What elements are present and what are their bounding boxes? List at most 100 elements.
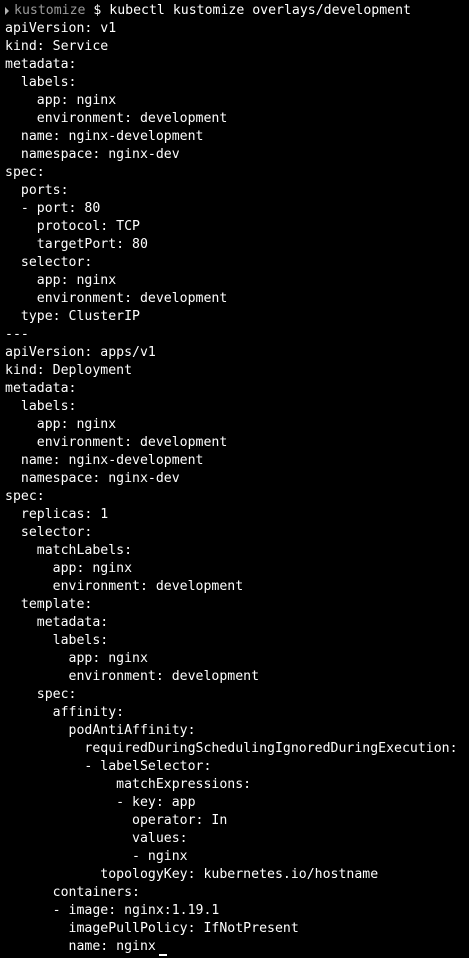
output-line-text: protocol: TCP <box>5 219 140 234</box>
output-line: environment: development <box>5 668 469 686</box>
output-line: - key: app <box>5 794 469 812</box>
output-line: matchExpressions: <box>5 776 469 794</box>
output-line: replicas: 1 <box>5 506 469 524</box>
output-line-text: targetPort: 80 <box>5 237 148 252</box>
output-line-text: spec: <box>5 489 45 504</box>
output-line: apiVersion: v1 <box>5 20 469 38</box>
output-line: app: nginx <box>5 650 469 668</box>
output-line: labels: <box>5 632 469 650</box>
output-line-text: name: nginx-development <box>5 453 204 468</box>
output-line: namespace: nginx-dev <box>5 470 469 488</box>
output-line: app: nginx <box>5 560 469 578</box>
output-line-text: affinity: <box>5 705 125 720</box>
terminal-output: kustomize $ kubectl kustomize overlays/d… <box>5 2 469 956</box>
output-line-text: environment: development <box>5 669 260 684</box>
output-line: type: ClusterIP <box>5 308 469 326</box>
output-line-text: apiVersion: apps/v1 <box>5 345 156 360</box>
output-line: name: nginx-development <box>5 128 469 146</box>
output-line: apiVersion: apps/v1 <box>5 344 469 362</box>
output-line: name: nginx-development <box>5 452 469 470</box>
output-line-text: app: nginx <box>5 417 117 432</box>
output-line-text: labels: <box>5 399 77 414</box>
output-line-text: labels: <box>5 75 77 90</box>
output-line-text: - nginx <box>5 849 188 864</box>
output-line-text: name: nginx-development <box>5 129 204 144</box>
output-line-text: app: nginx <box>5 561 133 576</box>
output-line: affinity: <box>5 704 469 722</box>
output-line-text: metadata: <box>5 615 109 630</box>
output-line: - nginx <box>5 848 469 866</box>
output-line-text: kind: Service <box>5 39 109 54</box>
output-line-text: template: <box>5 597 93 612</box>
output-line: metadata: <box>5 380 469 398</box>
prompt-line: kustomize $ kubectl kustomize overlays/d… <box>5 2 469 20</box>
output-line: ports: <box>5 182 469 200</box>
output-line: template: <box>5 596 469 614</box>
output-line: - image: nginx:1.19.1 <box>5 902 469 920</box>
output-line: kind: Deployment <box>5 362 469 380</box>
output-line-text: - key: app <box>5 795 196 810</box>
output-line: spec: <box>5 686 469 704</box>
output-line-text: environment: development <box>5 579 244 594</box>
output-line-text: requiredDuringSchedulingIgnoredDuringExe… <box>5 741 458 756</box>
terminal-window[interactable]: kustomize $ kubectl kustomize overlays/d… <box>0 0 469 958</box>
output-line: - port: 80 <box>5 200 469 218</box>
output-line-text: --- <box>5 327 29 342</box>
output-line: app: nginx <box>5 272 469 290</box>
output-line-text: selector: <box>5 255 93 270</box>
output-line: selector: <box>5 254 469 272</box>
output-line-text: environment: development <box>5 111 228 126</box>
output-line-text: podAntiAffinity: <box>5 723 196 738</box>
prompt-symbol: $ <box>85 3 110 18</box>
output-line-text: operator: In <box>5 813 228 828</box>
output-line: containers: <box>5 884 469 902</box>
output-line-text: matchExpressions: <box>5 777 252 792</box>
output-line: matchLabels: <box>5 542 469 560</box>
output-line-text: - image: nginx:1.19.1 <box>5 903 220 918</box>
output-line-text: labels: <box>5 633 109 648</box>
output-line: environment: development <box>5 290 469 308</box>
output-line: app: nginx <box>5 416 469 434</box>
output-line: labels: <box>5 398 469 416</box>
output-line-text: values: <box>5 831 188 846</box>
output-line-text: replicas: 1 <box>5 507 109 522</box>
output-line-text: name: nginx <box>5 939 156 954</box>
output-line: labels: <box>5 74 469 92</box>
command-text: kubectl kustomize overlays/development <box>109 3 411 18</box>
output-line-text: app: nginx <box>5 273 117 288</box>
output-line: --- <box>5 326 469 344</box>
output-line-text: namespace: nginx-dev <box>5 471 180 486</box>
output-line-text: kind: Deployment <box>5 363 133 378</box>
output-line-text: environment: development <box>5 435 228 450</box>
output-line-text: - port: 80 <box>5 201 101 216</box>
output-line-text: environment: development <box>5 291 228 306</box>
output-line-text: spec: <box>5 687 77 702</box>
text-cursor <box>158 954 167 956</box>
output-line: operator: In <box>5 812 469 830</box>
output-line: namespace: nginx-dev <box>5 146 469 164</box>
output-line: requiredDuringSchedulingIgnoredDuringExe… <box>5 740 469 758</box>
output-line-text: ports: <box>5 183 69 198</box>
output-line-text: matchLabels: <box>5 543 133 558</box>
output-line: topologyKey: kubernetes.io/hostname <box>5 866 469 884</box>
output-line-text: app: nginx <box>5 651 148 666</box>
output-line-text: topologyKey: kubernetes.io/hostname <box>5 867 379 882</box>
output-line: metadata: <box>5 56 469 74</box>
output-line: values: <box>5 830 469 848</box>
output-line: spec: <box>5 164 469 182</box>
output-line: name: nginx <box>5 938 469 956</box>
output-line-text: metadata: <box>5 381 77 396</box>
output-line: spec: <box>5 488 469 506</box>
output-line: app: nginx <box>5 92 469 110</box>
output-line-text: namespace: nginx-dev <box>5 147 180 162</box>
output-line: environment: development <box>5 434 469 452</box>
output-line: kind: Service <box>5 38 469 56</box>
output-line-text: app: nginx <box>5 93 117 108</box>
output-line: imagePullPolicy: IfNotPresent <box>5 920 469 938</box>
output-line: - labelSelector: <box>5 758 469 776</box>
output-line: podAntiAffinity: <box>5 722 469 740</box>
output-line: environment: development <box>5 110 469 128</box>
output-line-text: spec: <box>5 165 45 180</box>
output-line-text: type: ClusterIP <box>5 309 140 324</box>
output-line-text: imagePullPolicy: IfNotPresent <box>5 921 299 936</box>
